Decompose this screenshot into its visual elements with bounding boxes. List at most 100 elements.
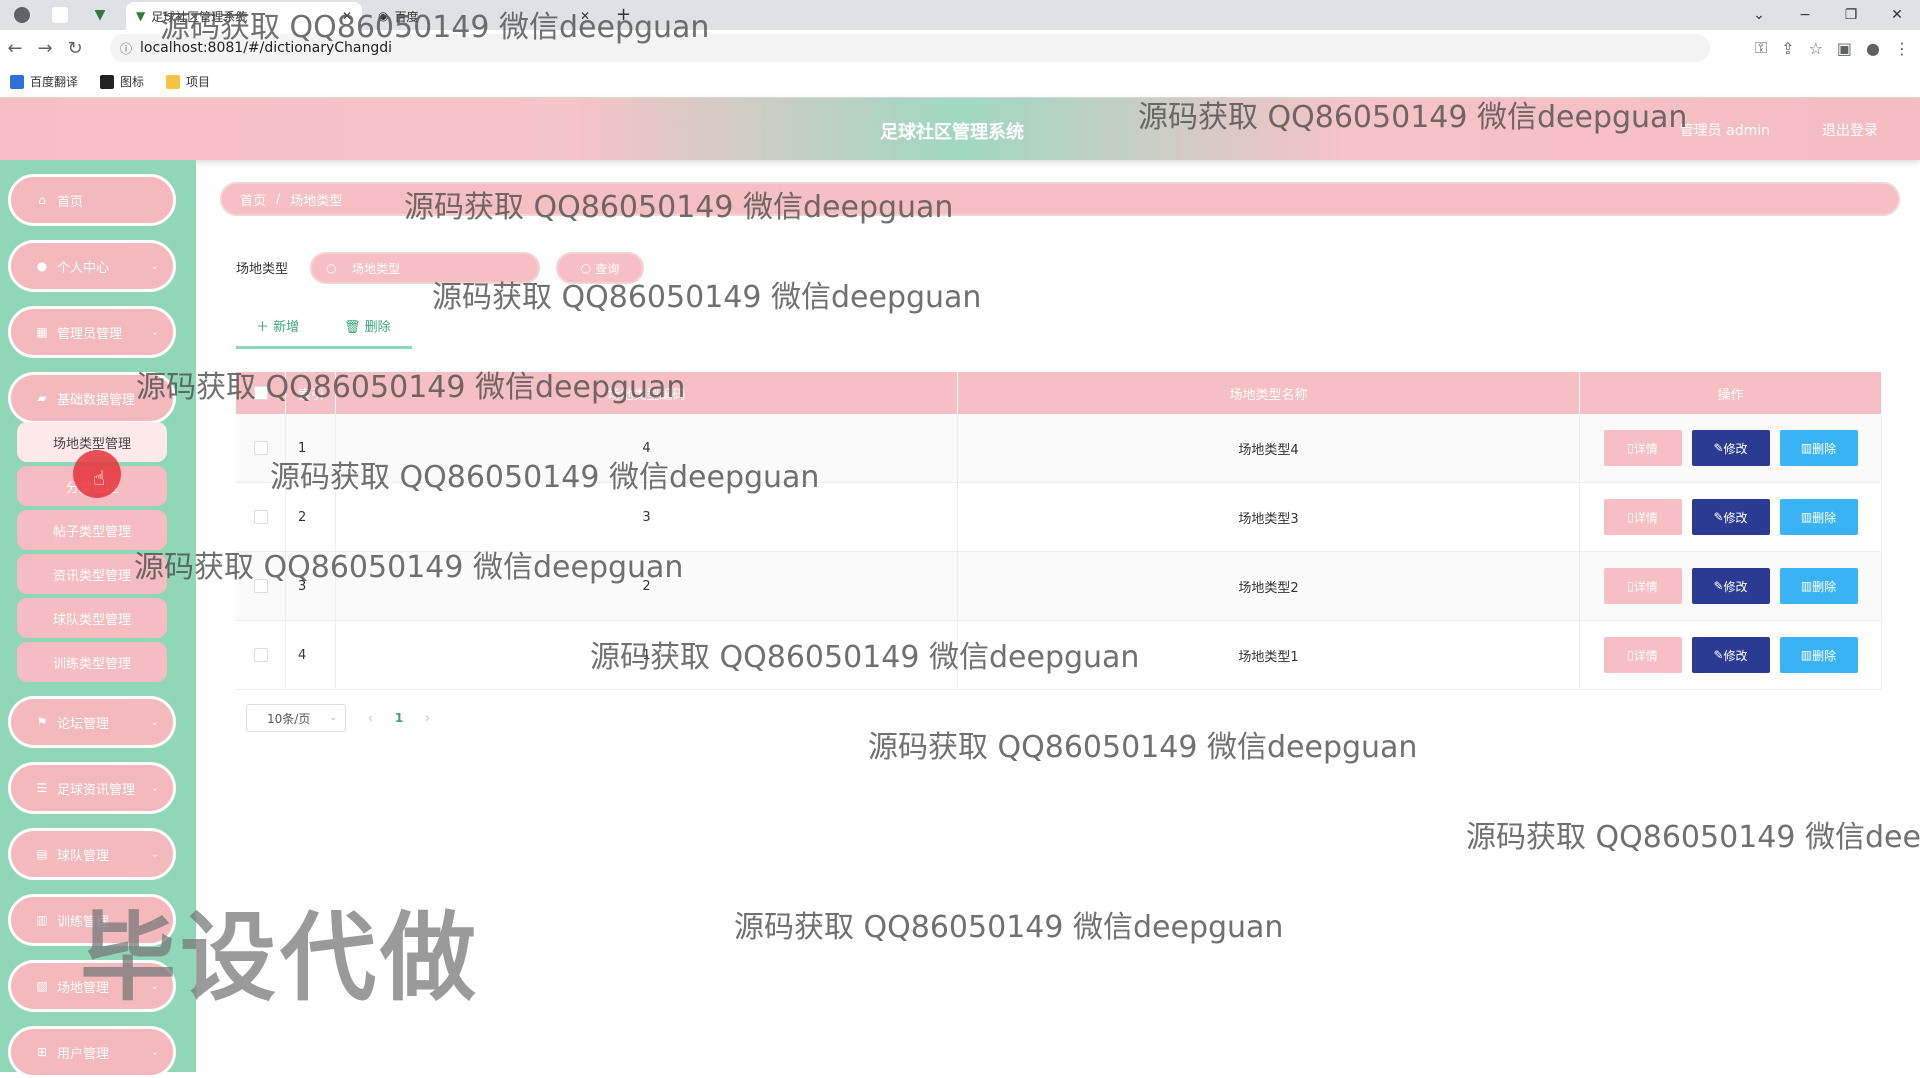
next-page-icon[interactable]: › bbox=[425, 711, 430, 725]
sidebar-item-users[interactable]: ⊞ 用户管理 ⌄ bbox=[8, 1026, 176, 1078]
page-size-select[interactable]: 10条/页 ⌄ bbox=[246, 704, 346, 732]
detail-button[interactable]: ▯ 详情 bbox=[1603, 430, 1682, 466]
delete-button[interactable]: ▥ 删除 bbox=[1779, 430, 1858, 466]
page-number[interactable]: 1 bbox=[395, 711, 403, 725]
document-icon: ▯ bbox=[1627, 579, 1634, 593]
browser-tabbar: ▼ ▼ 足球社区管理系统 ✕ ◉ 百度 ✕ + ⌄ − ❐ ✕ bbox=[0, 0, 1920, 30]
toolbar-underline bbox=[236, 346, 412, 349]
table-header: 索引 场地类型编码 场地类型名称 操作 bbox=[236, 372, 1882, 414]
delete-button[interactable]: ▥ 删除 bbox=[1779, 637, 1858, 673]
tab-baidu-label: 百度 bbox=[394, 9, 419, 24]
data-icon: ▰ bbox=[37, 391, 47, 405]
logout-link[interactable]: 退出登录 bbox=[1822, 120, 1878, 140]
sidebar-item-team[interactable]: ▤ 球队管理 ⌄ bbox=[8, 828, 176, 880]
breadcrumb-home[interactable]: 首页 bbox=[240, 190, 266, 209]
column-name: 场地类型名称 bbox=[958, 372, 1580, 414]
translate-icon bbox=[10, 74, 24, 89]
close-window-icon[interactable]: ✕ bbox=[1874, 0, 1920, 30]
pencil-icon: ✎ bbox=[1713, 441, 1724, 455]
submenu-training-type[interactable]: 训练类型管理 bbox=[17, 642, 167, 682]
bookmark-project[interactable]: 项目 bbox=[166, 73, 210, 90]
pagination: 10条/页 ⌄ ‹ 1 › bbox=[246, 704, 430, 732]
share-icon[interactable]: ⇪ bbox=[1781, 39, 1794, 58]
hand-cursor-icon: ☝ bbox=[93, 466, 106, 490]
query-button[interactable]: ○ 查询 bbox=[556, 252, 644, 284]
row-checkbox[interactable] bbox=[253, 510, 268, 524]
bookmarks-bar: 百度翻译 图标 项目 bbox=[0, 66, 1920, 98]
add-button[interactable]: ＋ 新增 bbox=[256, 316, 299, 335]
submenu-news-type[interactable]: 资讯类型管理 bbox=[17, 554, 167, 594]
new-tab-icon[interactable]: + bbox=[616, 4, 631, 25]
browser-actions: ⚿ ⇪ ☆ ▣ ● ⋮ bbox=[1755, 34, 1910, 62]
chevron-down-icon: ⌄ bbox=[150, 260, 159, 272]
cell-name: 场地类型4 bbox=[958, 414, 1580, 482]
cell-code: 4 bbox=[336, 414, 958, 482]
forward-icon[interactable]: → bbox=[30, 38, 60, 59]
star-icon[interactable]: ☆ bbox=[1809, 39, 1823, 58]
training-icon: ▥ bbox=[36, 913, 48, 927]
tab-app[interactable]: ▼ 足球社区管理系统 ✕ bbox=[126, 2, 362, 30]
window-controls: ⌄ − ❐ ✕ bbox=[1736, 0, 1920, 30]
key-icon[interactable]: ⚿ bbox=[1755, 38, 1767, 58]
row-checkbox[interactable] bbox=[253, 579, 268, 593]
cell-code: 1 bbox=[336, 621, 958, 689]
menu-icon[interactable]: ⋮ bbox=[1894, 39, 1910, 58]
table-row: 3 2 场地类型2 ▯ 详情 ✎ 修改 ▥ 删除 bbox=[236, 552, 1882, 621]
watermark: 源码获取 QQ86050149 微信deepguan bbox=[734, 910, 1284, 945]
info-icon[interactable]: ⓘ bbox=[120, 40, 132, 57]
sidebar-item-admin[interactable]: ▦ 管理员管理 ⌄ bbox=[8, 306, 176, 358]
row-checkbox[interactable] bbox=[253, 648, 268, 662]
detail-button[interactable]: ▯ 详情 bbox=[1603, 499, 1682, 535]
edit-button[interactable]: ✎ 修改 bbox=[1691, 430, 1770, 466]
table-row: 4 1 场地类型1 ▯ 详情 ✎ 修改 ▥ 删除 bbox=[236, 621, 1882, 690]
sidebar-item-home[interactable]: ⌂ 首页 bbox=[8, 174, 176, 226]
sidepanel-icon[interactable]: ▣ bbox=[1837, 39, 1852, 58]
sidebar-item-profile[interactable]: ● 个人中心 ⌄ bbox=[8, 240, 176, 292]
submenu-team-type[interactable]: 球队类型管理 bbox=[17, 598, 167, 638]
tab-search-icon[interactable]: ⌄ bbox=[1736, 0, 1782, 30]
cell-index: 2 bbox=[286, 483, 336, 551]
table-body: 1 4 场地类型4 ▯ 详情 ✎ 修改 ▥ 删除 2 3 场地类型3 ▯ 详情 … bbox=[236, 414, 1882, 690]
search-input[interactable]: ○ 场地类型 bbox=[310, 252, 540, 284]
url-field[interactable]: ⓘ localhost:8081/#/dictionaryChangdi bbox=[110, 34, 1710, 62]
bookmark-translate[interactable]: 百度翻译 bbox=[10, 73, 78, 90]
submenu-post-type[interactable]: 帖子类型管理 bbox=[17, 510, 167, 550]
tab-baidu[interactable]: ◉ 百度 ✕ bbox=[368, 2, 600, 30]
sidebar-item-news[interactable]: ☰ 足球资讯管理 ⌄ bbox=[8, 762, 176, 814]
chevron-down-icon: ⌄ bbox=[150, 716, 159, 728]
restore-icon[interactable]: ❐ bbox=[1828, 0, 1874, 30]
app-header: 足球社区管理系统 管理员 admin 退出登录 bbox=[0, 98, 1920, 160]
pencil-icon: ✎ bbox=[1713, 648, 1724, 662]
close-icon[interactable]: ✕ bbox=[580, 9, 590, 23]
tab-app-label: 足球社区管理系统 bbox=[151, 9, 248, 24]
edit-button[interactable]: ✎ 修改 bbox=[1691, 568, 1770, 604]
batch-delete-button[interactable]: 🗑 删除 bbox=[344, 316, 391, 335]
watermark: 源码获取 QQ86050149 微信deepguan bbox=[868, 730, 1418, 765]
trash-icon: ▥ bbox=[1800, 648, 1813, 662]
reload-icon[interactable]: ↻ bbox=[60, 38, 90, 59]
browser-icon bbox=[14, 7, 30, 23]
sidebar-item-forum[interactable]: ⚑ 论坛管理 ⌄ bbox=[8, 696, 176, 748]
users-icon: ⊞ bbox=[36, 1045, 48, 1059]
minimize-icon[interactable]: − bbox=[1782, 0, 1828, 30]
prev-page-icon[interactable]: ‹ bbox=[368, 711, 373, 725]
edit-button[interactable]: ✎ 修改 bbox=[1691, 637, 1770, 673]
bookmark-icons[interactable]: 图标 bbox=[100, 73, 144, 90]
delete-button[interactable]: ▥ 删除 bbox=[1779, 568, 1858, 604]
row-checkbox[interactable] bbox=[253, 441, 268, 455]
close-icon[interactable]: ✕ bbox=[342, 9, 352, 23]
profile-icon[interactable]: ● bbox=[1866, 39, 1880, 58]
select-all-checkbox[interactable] bbox=[253, 386, 268, 400]
back-icon[interactable]: ← bbox=[0, 38, 30, 59]
detail-button[interactable]: ▯ 详情 bbox=[1603, 637, 1682, 673]
delete-button[interactable]: ▥ 删除 bbox=[1779, 499, 1858, 535]
pencil-icon: ✎ bbox=[1713, 579, 1724, 593]
sidebar-item-basic-data[interactable]: ▰ 基础数据管理 ⌃ bbox=[8, 372, 176, 424]
edit-button[interactable]: ✎ 修改 bbox=[1691, 499, 1770, 535]
user-icon: ● bbox=[36, 259, 48, 273]
column-actions: 操作 bbox=[1580, 372, 1882, 414]
globe-icon: ◉ bbox=[378, 9, 389, 23]
chevron-down-icon: ⌄ bbox=[150, 326, 159, 338]
breadcrumb: 首页 / 场地类型 bbox=[220, 182, 1900, 216]
detail-button[interactable]: ▯ 详情 bbox=[1603, 568, 1682, 604]
